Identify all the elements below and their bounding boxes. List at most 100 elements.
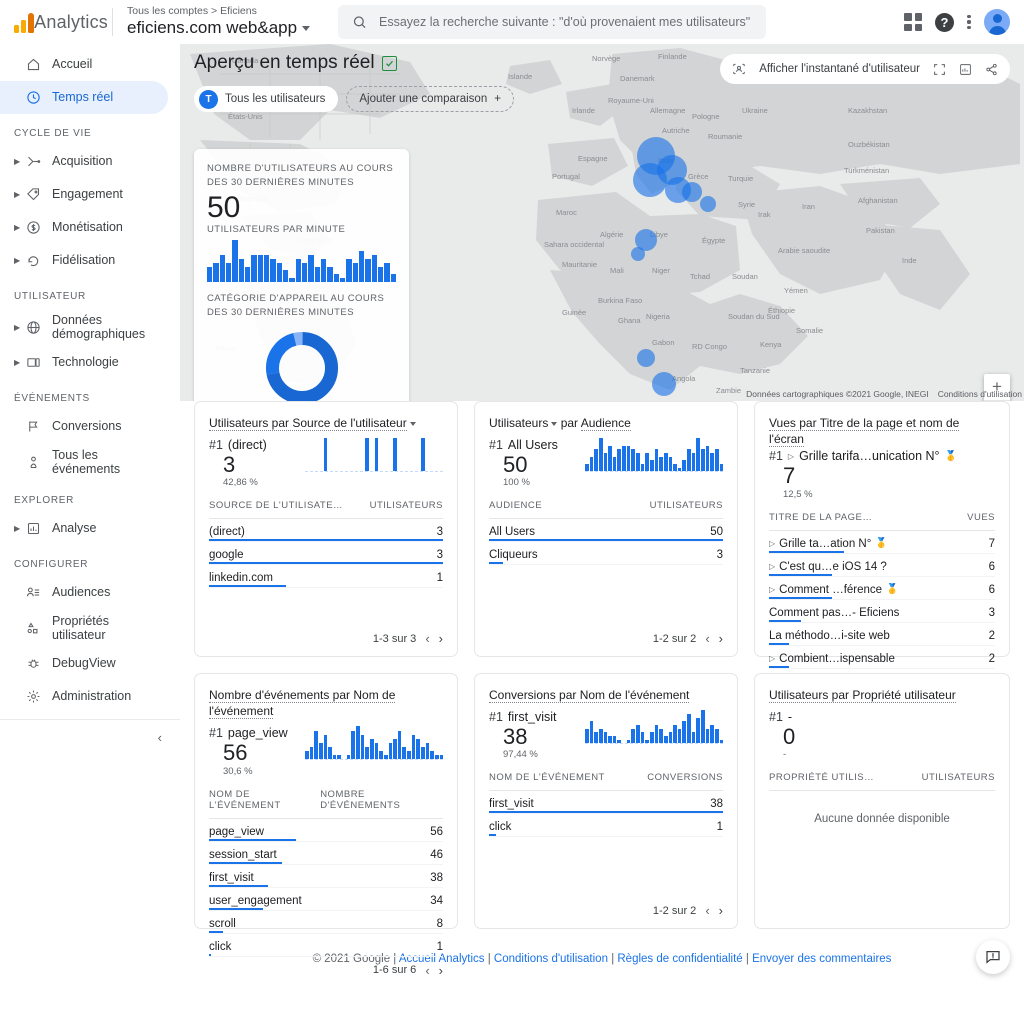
- column-metric: UTILISATEURS: [649, 500, 723, 512]
- sidebar-item-label: Temps réel: [52, 90, 114, 105]
- table-row[interactable]: session_start 46: [209, 842, 443, 865]
- footer-link-terms[interactable]: Conditions d'utilisation: [494, 953, 608, 965]
- map-country-label: Allemagne: [650, 106, 686, 115]
- sidebar-item-debugview[interactable]: DebugView: [0, 647, 180, 680]
- user-snapshot-icon[interactable]: [732, 62, 746, 76]
- search-bar[interactable]: [338, 5, 767, 39]
- table-header: PROPRIÉTÉ UTILIS… UTILISATEURS: [769, 760, 995, 792]
- map-country-label: Norvège: [592, 54, 621, 63]
- sidebar-item-audiences[interactable]: Audiences: [0, 576, 180, 609]
- card-title[interactable]: Nombre d'événements par Nom de l'événeme…: [209, 687, 443, 720]
- sparkline-bar: [645, 452, 649, 472]
- sidebar-item-accueil[interactable]: Accueil: [0, 48, 180, 81]
- chevron-down-icon[interactable]: [409, 421, 416, 426]
- prev-page-button[interactable]: ‹: [705, 903, 709, 918]
- next-page-button[interactable]: ›: [719, 631, 723, 646]
- card-title-dimension[interactable]: Audience: [580, 416, 631, 431]
- chip-all-users[interactable]: T Tous les utilisateurs: [194, 86, 339, 112]
- table-row[interactable]: scroll 8: [209, 911, 443, 934]
- sidebar-section-title: UTILISATEUR: [14, 291, 86, 302]
- prev-page-button[interactable]: ‹: [425, 631, 429, 646]
- table-row[interactable]: click 1: [489, 814, 723, 838]
- feedback-button[interactable]: [976, 940, 1010, 974]
- share-icon[interactable]: [985, 63, 998, 76]
- analysis-icon: [26, 521, 52, 536]
- sidebar-item-technologie[interactable]: ▶ Technologie: [0, 346, 180, 379]
- card-title-metric[interactable]: Utilisateurs: [489, 416, 548, 430]
- chip-add-comparison[interactable]: Ajouter une comparaison +: [346, 86, 514, 112]
- sidebar-item-temps-reel[interactable]: Temps réel: [0, 81, 168, 114]
- table-row[interactable]: ▷ Grille ta…ation N° 🥇 7: [769, 531, 995, 554]
- table-row[interactable]: linkedin.com 1: [209, 565, 443, 589]
- sidebar-item-fidelisation[interactable]: ▶ Fidélisation: [0, 244, 180, 277]
- table-row[interactable]: first_visit 38: [489, 791, 723, 815]
- card-hero: #1 - 0 -: [769, 710, 995, 760]
- search-input[interactable]: [379, 15, 753, 29]
- next-page-button[interactable]: ›: [439, 631, 443, 646]
- card-title[interactable]: Conversions par Nom de l'événement: [489, 687, 723, 703]
- apps-grid-icon[interactable]: [904, 13, 922, 31]
- table-row[interactable]: ▷ Combient…ispensable 2: [769, 646, 995, 669]
- card-title[interactable]: Vues par Titre de la page et nom de l'éc…: [769, 415, 995, 448]
- footer-link-privacy[interactable]: Règles de confidentialité: [617, 953, 742, 965]
- brand[interactable]: Analytics: [0, 11, 108, 33]
- sidebar-item-monetisation[interactable]: ▶ Monétisation: [0, 211, 180, 244]
- insights-icon[interactable]: [381, 55, 397, 71]
- fullscreen-icon[interactable]: [933, 63, 946, 76]
- prev-page-button[interactable]: ‹: [705, 631, 709, 646]
- edit-chart-icon[interactable]: [959, 63, 972, 76]
- sidebar-item-analyse[interactable]: ▶ Analyse: [0, 512, 180, 545]
- row-label: (direct): [209, 526, 245, 539]
- sidebar-item-proprietes-utilisateur[interactable]: Propriétés utilisateur: [0, 609, 180, 647]
- table-row[interactable]: google 3: [209, 542, 443, 566]
- sidebar-item-donnees-demographiques[interactable]: ▶ Données démographiques: [0, 308, 180, 346]
- table-row[interactable]: ▷ Comment …férence 🥇 6: [769, 577, 995, 600]
- map-country-label: Mauritanie: [562, 260, 598, 269]
- realtime-map[interactable]: CanadaÉtats-UnisMexiqueVenezuelaColombie…: [180, 44, 1024, 401]
- row-bar: [209, 907, 263, 910]
- property-name[interactable]: eficiens.com web&app: [127, 19, 311, 38]
- sidebar-item-conversions[interactable]: Conversions: [0, 410, 180, 443]
- column-dimension: PROPRIÉTÉ UTILIS…: [769, 772, 875, 784]
- map-country-label: Ouzbékistan: [848, 140, 890, 149]
- sidebar-item-acquisition[interactable]: ▶ Acquisition: [0, 145, 180, 178]
- table-row[interactable]: (direct) 3: [209, 519, 443, 543]
- sparkline-bar: [320, 258, 327, 282]
- sidebar-item-label: Accueil: [52, 57, 93, 72]
- sidebar-item-tous-les-evenements[interactable]: Tous les événements: [0, 443, 180, 481]
- chevron-down-icon[interactable]: [551, 421, 558, 426]
- table-row[interactable]: first_visit 38: [209, 865, 443, 888]
- row-bar: [209, 585, 287, 588]
- table-row[interactable]: Comment pas…- Eficiens 3: [769, 600, 995, 623]
- sidebar-item-label: Tous les événements: [52, 447, 121, 476]
- table-row[interactable]: Cliqueurs 3: [489, 542, 723, 566]
- table-row[interactable]: All Users 50: [489, 519, 723, 543]
- more-options-icon[interactable]: [967, 14, 971, 30]
- help-icon[interactable]: ?: [935, 12, 954, 32]
- card-title[interactable]: Utilisateurs par Audience: [489, 415, 723, 431]
- footer-link-feedback[interactable]: Envoyer des commentaires: [752, 953, 891, 965]
- map-terms-link[interactable]: Conditions d'utilisation: [938, 389, 1022, 399]
- next-page-button[interactable]: ›: [719, 903, 723, 918]
- sidebar-item-administration[interactable]: Administration: [0, 680, 180, 713]
- avatar[interactable]: [984, 9, 1010, 35]
- card-title[interactable]: Utilisateurs par Propriété utilisateur: [769, 687, 995, 703]
- table-row[interactable]: ▷ C'est qu…e iOS 14 ? 6: [769, 554, 995, 577]
- map-country-label: Afghanistan: [858, 196, 898, 205]
- sparkline-bar: [374, 438, 379, 472]
- table-row[interactable]: click 1: [209, 934, 443, 957]
- map-country-label: Arabie saoudite: [778, 246, 831, 255]
- pager: 1-2 sur 2 ‹ ›: [489, 625, 723, 646]
- table-row[interactable]: La méthodo…i-site web 2: [769, 623, 995, 646]
- table-row[interactable]: user_engagement 34: [209, 888, 443, 911]
- collapse-sidebar-button[interactable]: ‹: [0, 720, 180, 745]
- sidebar-item-engagement[interactable]: ▶ Engagement: [0, 178, 180, 211]
- card-title[interactable]: Utilisateurs par Source de l'utilisateur: [209, 415, 443, 431]
- row-label: La méthodo…i-site web: [769, 629, 890, 642]
- account-selector[interactable]: Tous les comptes > Eficiens eficiens.com…: [127, 5, 311, 38]
- snapshot-label[interactable]: Afficher l'instantané d'utilisateur: [759, 63, 920, 75]
- table-row[interactable]: page_view 56: [209, 819, 443, 842]
- sparkline-bar: [594, 732, 598, 744]
- hero-percent: 42,86 %: [223, 477, 258, 489]
- table-header: NOM DE L'ÉVÉNEMENT CONVERSIONS: [489, 760, 723, 792]
